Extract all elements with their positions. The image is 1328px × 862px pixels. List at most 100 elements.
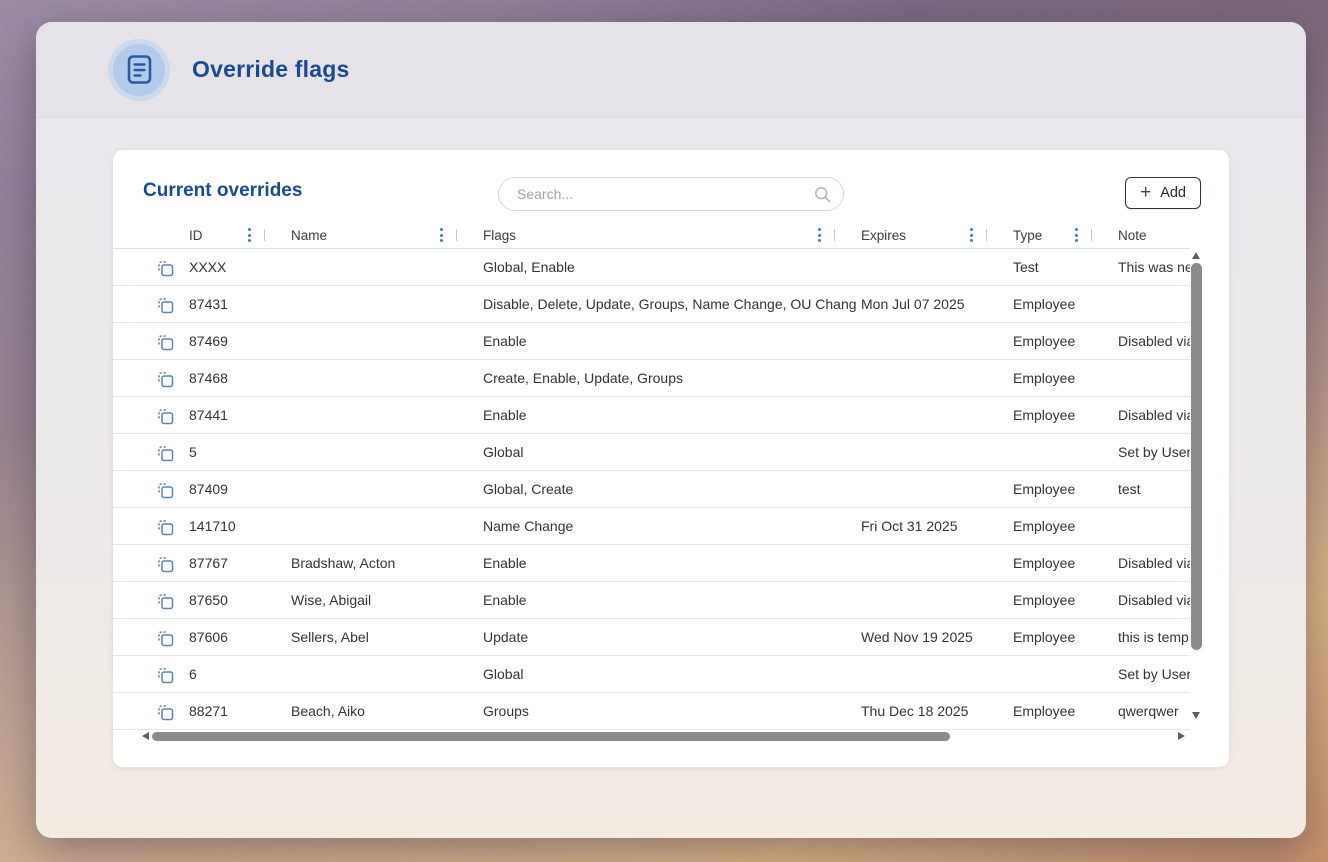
cell-flags: Enable [483, 592, 861, 608]
row-icon-cell [141, 295, 189, 314]
cell-note: Disabled via [1118, 555, 1190, 571]
column-header-expires[interactable]: Expires [861, 226, 1013, 244]
column-header-type[interactable]: Type [1013, 226, 1118, 244]
column-header-id[interactable]: ID [189, 226, 291, 244]
cell-id: 87469 [189, 333, 291, 349]
column-label: Name [291, 228, 327, 243]
column-menu-icon[interactable] [438, 226, 445, 244]
copy-icon[interactable] [141, 554, 174, 573]
column-resize-handle[interactable] [264, 229, 265, 241]
copy-icon[interactable] [141, 591, 174, 610]
copy-icon[interactable] [141, 332, 174, 351]
column-label: Type [1013, 228, 1042, 243]
column-menu-icon[interactable] [246, 226, 253, 244]
cell-type: Employee [1013, 555, 1118, 571]
cell-type: Employee [1013, 407, 1118, 423]
scroll-left-icon[interactable] [142, 732, 149, 740]
row-icon-cell [141, 258, 189, 277]
cell-type: Employee [1013, 370, 1118, 386]
table-row[interactable]: 87431Disable, Delete, Update, Groups, Na… [113, 286, 1190, 323]
column-resize-handle[interactable] [456, 229, 457, 241]
cell-type: Employee [1013, 481, 1118, 497]
cell-note: Disabled via [1118, 592, 1190, 608]
cell-type: Employee [1013, 703, 1118, 719]
table-row[interactable]: 87441EnableEmployeeDisabled via [113, 397, 1190, 434]
cell-id: XXXX [189, 259, 291, 275]
table-row[interactable]: 87469EnableEmployeeDisabled via [113, 323, 1190, 360]
column-resize-handle[interactable] [986, 229, 987, 241]
search-input[interactable] [515, 185, 814, 203]
plus-icon: + [1140, 183, 1151, 202]
column-label: Expires [861, 228, 906, 243]
table-row[interactable]: 87606Sellers, AbelUpdateWed Nov 19 2025E… [113, 619, 1190, 656]
table-row[interactable]: 87468 Create, Enable, Update, Groups Emplo… [113, 360, 1190, 397]
table-row[interactable]: 6GlobalSet by UserI [113, 656, 1190, 693]
column-header-name[interactable]: Name [291, 226, 483, 244]
copy-icon[interactable] [141, 665, 174, 684]
cell-type: Employee [1013, 629, 1118, 645]
copy-icon[interactable] [141, 628, 174, 647]
column-resize-handle[interactable] [834, 229, 835, 241]
cell-flags: Enable [483, 407, 861, 423]
cell-flags: Enable [483, 333, 861, 349]
scroll-up-icon[interactable] [1192, 252, 1200, 259]
table-row[interactable]: 87409Global, CreateEmployeetest [113, 471, 1190, 508]
column-label: Flags [483, 228, 516, 243]
table-row[interactable]: 88271Beach, AikoGroupsThu Dec 18 2025Emp… [113, 693, 1190, 730]
app-window: Override flags Current overrides + Add I… [36, 22, 1306, 838]
row-icon-cell [141, 406, 189, 425]
table-row[interactable]: 87767Bradshaw, ActonEnableEmployeeDisabl… [113, 545, 1190, 582]
cell-expires: Wed Nov 19 2025 [861, 629, 1013, 645]
cell-expires: Mon Jul 07 2025 [861, 296, 1013, 312]
cell-id: 87468 [189, 370, 291, 386]
copy-icon[interactable] [141, 369, 174, 388]
copy-icon[interactable] [141, 480, 174, 499]
cell-id: 87767 [189, 555, 291, 571]
cell-id: 88271 [189, 703, 291, 719]
table-row[interactable]: 141710Name ChangeFri Oct 31 2025Employee [113, 508, 1190, 545]
column-header-flags[interactable]: Flags [483, 226, 861, 244]
table-row[interactable]: 5GlobalSet by UserI [113, 434, 1190, 471]
cell-flags: Global [483, 666, 861, 682]
scroll-right-icon[interactable] [1178, 732, 1185, 740]
row-icon-cell [141, 480, 189, 499]
cell-flags: Global, Enable [483, 259, 861, 275]
cell-flags: Create, Enable, Update, Groups [483, 370, 861, 386]
cell-id: 5 [189, 444, 291, 460]
copy-icon[interactable] [141, 295, 174, 314]
copy-icon[interactable] [141, 517, 174, 536]
vertical-scrollbar-thumb[interactable] [1191, 263, 1202, 650]
row-icon-cell [141, 517, 189, 536]
copy-icon[interactable] [141, 443, 174, 462]
overrides-card: Current overrides + Add IDName Flags Expir… [113, 150, 1229, 767]
document-icon [113, 44, 165, 96]
cell-id: 6 [189, 666, 291, 682]
copy-icon[interactable] [141, 702, 174, 721]
column-menu-icon[interactable] [816, 226, 823, 244]
row-icon-cell [141, 628, 189, 647]
cell-note: Disabled via [1118, 333, 1190, 349]
column-menu-icon[interactable] [968, 226, 975, 244]
copy-icon[interactable] [141, 406, 174, 425]
column-resize-handle[interactable] [1091, 229, 1092, 241]
cell-name: Wise, Abigail [291, 592, 483, 608]
copy-icon[interactable] [141, 258, 174, 277]
scroll-down-icon[interactable] [1192, 712, 1200, 719]
cell-note: This was nee [1118, 259, 1190, 275]
cell-note: Set by UserI [1118, 444, 1190, 460]
cell-type: Employee [1013, 296, 1118, 312]
horizontal-scrollbar[interactable] [142, 731, 1185, 742]
cell-id: 87409 [189, 481, 291, 497]
vertical-scrollbar[interactable] [1190, 248, 1203, 729]
column-menu-icon[interactable] [1073, 226, 1080, 244]
row-icon-cell [141, 554, 189, 573]
table-row[interactable]: XXXXGlobal, EnableTestThis was nee [113, 249, 1190, 286]
row-icon-cell [141, 665, 189, 684]
add-button[interactable]: + Add [1125, 177, 1201, 209]
cell-note: test [1118, 481, 1190, 497]
column-header-note[interactable]: Note [1118, 228, 1190, 243]
card-title: Current overrides [143, 180, 302, 202]
table-row[interactable]: 87650Wise, AbigailEnableEmployeeDisabled… [113, 582, 1190, 619]
horizontal-scrollbar-thumb[interactable] [152, 732, 950, 741]
cell-name: Bradshaw, Acton [291, 555, 483, 571]
